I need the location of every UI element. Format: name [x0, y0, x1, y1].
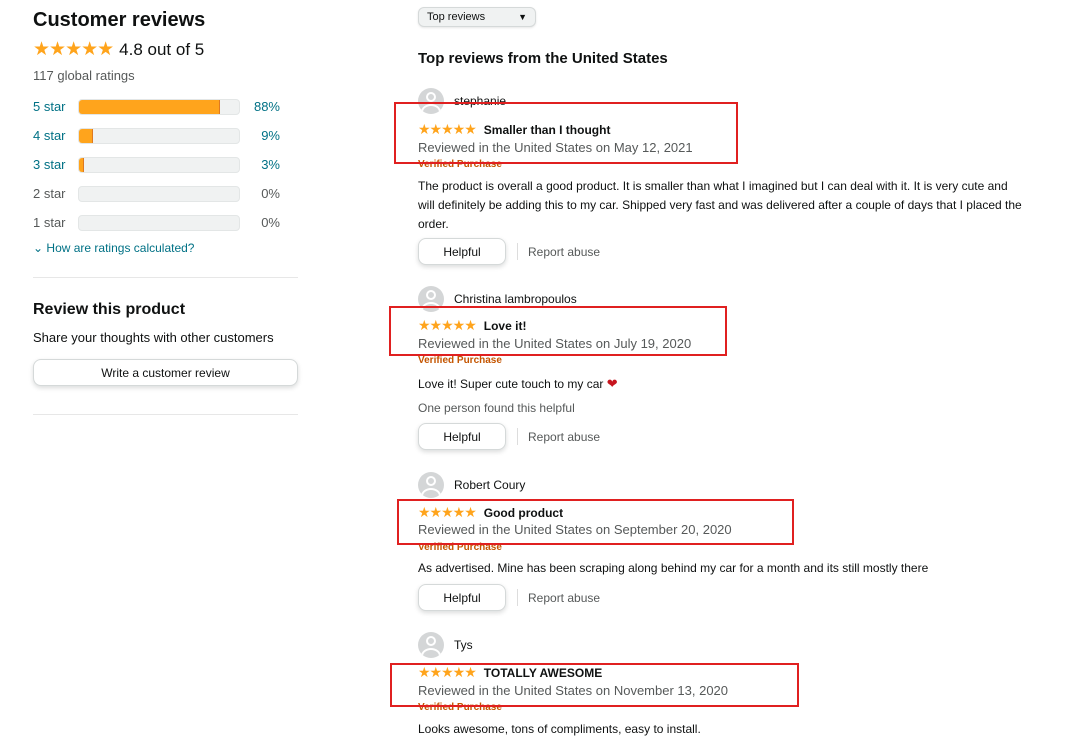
- review-body-wrap: Love it! Super cute touch to my car ❤: [418, 374, 1023, 394]
- sort-dropdown[interactable]: Top reviews ▼: [418, 7, 536, 27]
- heart-icon: ❤: [606, 376, 618, 391]
- histogram-fill: [79, 129, 94, 143]
- helpful-button[interactable]: Helpful: [418, 423, 506, 450]
- average-rating[interactable]: ★★★★★ 4.8 out of 5: [33, 38, 204, 61]
- divider: [33, 414, 298, 415]
- report-abuse-link[interactable]: Report abuse: [528, 591, 600, 605]
- histogram-percent[interactable]: 9%: [261, 128, 280, 143]
- histogram-row-1-star: 1 star 0%: [33, 215, 298, 244]
- helpful-button[interactable]: Helpful: [418, 238, 506, 265]
- customer-reviews-title: Customer reviews: [33, 9, 206, 31]
- verified-purchase-badge: Verified Purchase: [418, 355, 502, 366]
- histogram-percent[interactable]: 88%: [254, 99, 280, 114]
- review-actions: Helpful Report abuse: [418, 584, 600, 611]
- histogram-label: 1 star: [33, 215, 66, 230]
- histogram-label[interactable]: 3 star: [33, 157, 66, 172]
- histogram-row-3-star[interactable]: 3 star 3%: [33, 157, 298, 186]
- reviewer-name: Robert Coury: [454, 478, 526, 492]
- divider: [517, 243, 518, 260]
- histogram-fill: [79, 158, 84, 172]
- share-thoughts-text: Share your thoughts with other customers: [33, 330, 274, 345]
- helpful-button[interactable]: Helpful: [418, 584, 506, 611]
- highlight-box: [389, 306, 727, 356]
- avatar-icon: [418, 472, 444, 498]
- helpful-count: One person found this helpful: [418, 401, 575, 415]
- review-body: The product is overall a good product. I…: [418, 179, 1022, 231]
- chevron-down-icon: ▼: [518, 12, 527, 22]
- review-body: As advertised. Mine has been scraping al…: [418, 561, 929, 575]
- review-body: Looks awesome, tons of compliments, easy…: [418, 722, 701, 736]
- histogram-bar: [78, 186, 240, 202]
- highlight-box: [394, 102, 738, 164]
- histogram-bar[interactable]: [78, 157, 240, 173]
- histogram-bar[interactable]: [78, 128, 240, 144]
- histogram-bar: [78, 215, 240, 231]
- report-abuse-link[interactable]: Report abuse: [528, 245, 600, 259]
- highlight-box: [397, 499, 794, 545]
- star-rating-icon: ★★★★★: [33, 39, 114, 60]
- reviewer-profile[interactable]: Tys: [418, 632, 1058, 658]
- histogram-row-4-star[interactable]: 4 star 9%: [33, 128, 298, 157]
- divider: [517, 428, 518, 445]
- histogram-fill: [79, 100, 220, 114]
- review-this-product-title: Review this product: [33, 301, 186, 318]
- review-actions: Helpful Report abuse: [418, 423, 600, 450]
- review-body: Love it! Super cute touch to my car: [418, 377, 604, 391]
- report-abuse-link[interactable]: Report abuse: [528, 430, 600, 444]
- average-rating-text: 4.8 out of 5: [119, 39, 205, 59]
- divider: [33, 277, 298, 278]
- reviewer-name: Christina lambropoulos: [454, 292, 577, 306]
- histogram-row-2-star: 2 star 0%: [33, 186, 298, 215]
- reviewer-name: Tys: [454, 638, 473, 652]
- review-item: Tys ★★★★★ TOTALLY AWESOME Reviewed in th…: [418, 632, 1058, 736]
- histogram-label[interactable]: 5 star: [33, 99, 66, 114]
- histogram-label: 2 star: [33, 186, 66, 201]
- review-item: Robert Coury ★★★★★ Good product Reviewed…: [418, 472, 1058, 611]
- write-review-button[interactable]: Write a customer review: [33, 359, 298, 386]
- divider: [517, 589, 518, 606]
- how-ratings-calculated-link[interactable]: ⌄ How are ratings calculated?: [33, 241, 194, 255]
- histogram-percent: 0%: [261, 186, 280, 201]
- histogram-percent: 0%: [261, 215, 280, 230]
- highlight-box: [390, 663, 799, 707]
- chevron-down-icon: ⌄: [33, 241, 44, 255]
- sort-selected-value: Top reviews: [427, 11, 486, 23]
- avatar-icon: [418, 632, 444, 658]
- global-ratings-count: 117 global ratings: [33, 68, 135, 83]
- reviewer-profile[interactable]: Robert Coury: [418, 472, 1058, 498]
- histogram-bar[interactable]: [78, 99, 240, 115]
- rating-histogram: 5 star 88% 4 star 9% 3 star 3% 2 star 0%…: [33, 99, 298, 244]
- review-actions: Helpful Report abuse: [418, 238, 600, 265]
- histogram-percent[interactable]: 3%: [261, 157, 280, 172]
- histogram-row-5-star[interactable]: 5 star 88%: [33, 99, 298, 128]
- top-reviews-title: Top reviews from the United States: [418, 50, 668, 67]
- how-ratings-calculated-label: How are ratings calculated?: [46, 241, 195, 255]
- histogram-label[interactable]: 4 star: [33, 128, 66, 143]
